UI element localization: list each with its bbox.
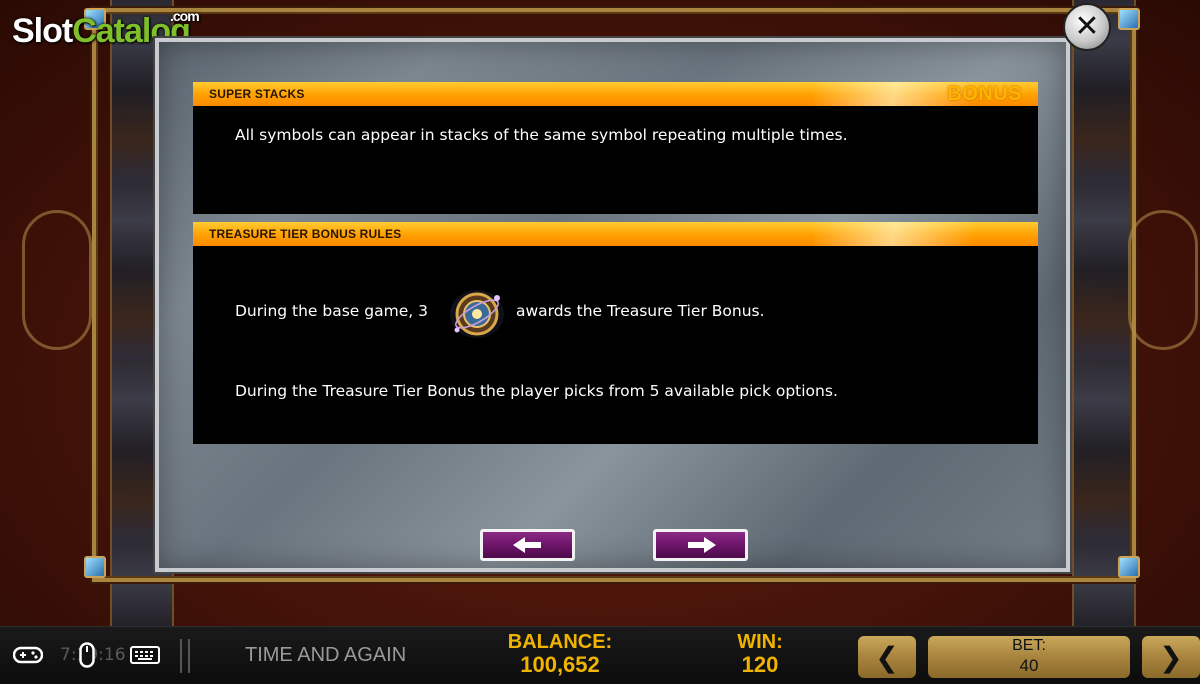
bar-divider — [180, 639, 190, 673]
ornament-right — [1128, 210, 1198, 350]
bet-decrease-button[interactable]: ❮ — [858, 636, 916, 678]
bonus-tag: BONUS — [947, 82, 1022, 105]
win-value: 120 — [741, 652, 779, 677]
chevron-right-icon: ❯ — [1159, 640, 1183, 674]
gem-bottom-left — [84, 556, 106, 578]
balance-value: 100,652 — [520, 652, 600, 677]
treasure-tier-line-after-symbol: awards the Treasure Tier Bonus. — [516, 302, 765, 320]
next-page-button[interactable] — [653, 529, 748, 561]
win-label: WIN: — [737, 631, 783, 653]
super-stacks-description: All symbols can appear in stacks of the … — [235, 126, 848, 144]
bottom-bar: 7:19:16 PM TIME AND AGAIN BALANCE: 100,6… — [0, 626, 1200, 684]
balance-label: BALANCE: — [507, 631, 613, 653]
bet-label: BET: — [1012, 637, 1046, 654]
gem-bottom-right — [1118, 556, 1140, 578]
gem-top-right — [1118, 8, 1140, 30]
bet-display: BET: 40 — [928, 636, 1130, 678]
logo-com-text: .com — [170, 8, 200, 24]
ornament-left — [22, 210, 92, 350]
treasure-tier-pick-description: During the Treasure Tier Bonus the playe… — [235, 382, 838, 400]
treasure-tier-title: TREASURE TIER BONUS RULES — [209, 227, 402, 241]
bet-increase-button[interactable]: ❯ — [1142, 636, 1200, 678]
treasure-tier-section: TREASURE TIER BONUS RULES During the bas… — [193, 222, 1038, 444]
prev-page-button[interactable] — [480, 529, 575, 561]
super-stacks-section: SUPER STACKS BONUS All symbols can appea… — [193, 82, 1038, 214]
gamepad-icon[interactable] — [12, 641, 44, 669]
win-display: WIN: 120 — [715, 631, 805, 677]
treasure-orb-icon — [447, 286, 507, 342]
treasure-tier-header: TREASURE TIER BONUS RULES — [193, 222, 1038, 246]
super-stacks-title: SUPER STACKS — [209, 87, 305, 101]
game-name: TIME AND AGAIN — [245, 644, 407, 666]
bet-value: 40 — [1019, 656, 1039, 675]
logo-slot-text: Slot — [12, 12, 73, 50]
mouse-icon[interactable] — [76, 641, 98, 669]
super-stacks-header: SUPER STACKS BONUS — [193, 82, 1038, 106]
close-x-icon: ✕ — [1074, 9, 1100, 44]
treasure-tier-line-before-symbol: During the base game, 3 — [235, 302, 428, 320]
keyboard-icon[interactable] — [128, 641, 162, 669]
chevron-left-icon: ❮ — [875, 640, 899, 674]
arrow-right-icon — [687, 537, 716, 553]
balance-display: BALANCE: 100,652 — [490, 631, 630, 677]
close-button[interactable]: ✕ — [1063, 3, 1111, 51]
paytable-panel: SUPER STACKS BONUS All symbols can appea… — [155, 38, 1070, 572]
arrow-left-icon — [512, 537, 541, 553]
